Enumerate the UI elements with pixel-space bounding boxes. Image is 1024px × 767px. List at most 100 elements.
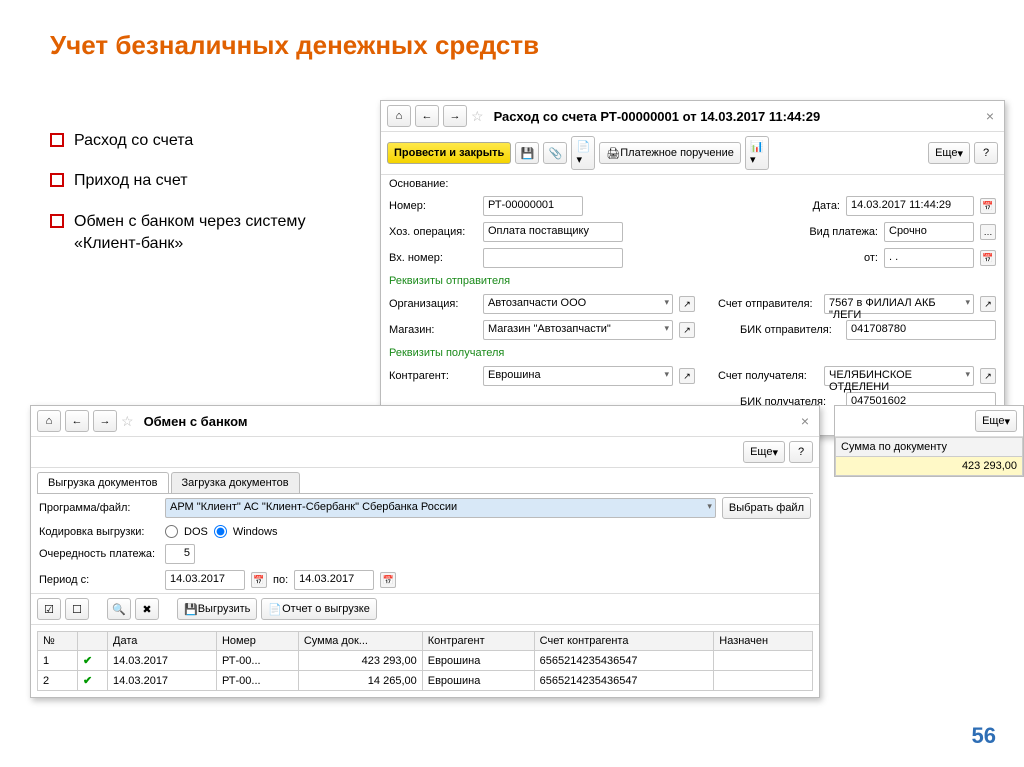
post-icon[interactable]: 📎 [543, 142, 567, 164]
report-label: Отчет о выгрузке [282, 603, 370, 615]
bullet-text: Обмен с банком через систему «Клиент-бан… [74, 211, 350, 256]
more-label: Еще [750, 446, 772, 458]
payment-order-button[interactable]: 🖨 Платежное поручение [599, 142, 741, 164]
recacct-field[interactable]: ЧЕЛЯБИНСКОЕ ОТДЕЛЕНИ [824, 366, 974, 386]
recipient-header: Реквизиты получателя [381, 343, 1004, 363]
more-label: Еще [935, 147, 957, 159]
radio-windows[interactable] [214, 525, 227, 538]
cell-n: 1 [38, 651, 78, 671]
number-field[interactable]: РТ-00000001 [483, 196, 583, 216]
bank-exchange-window: ⌂ ← → ☆ Обмен с банком × Еще ▾ ? Выгрузк… [30, 405, 820, 698]
sender-header: Реквизиты отправителя [381, 271, 1004, 291]
open-icon[interactable]: ↗ [980, 296, 996, 312]
home-button[interactable]: ⌂ [387, 105, 411, 127]
more-button[interactable]: Еще ▾ [975, 410, 1017, 432]
date-label: Дата: [813, 200, 840, 212]
cell-sum: 14 265,00 [298, 671, 422, 691]
contr-field[interactable]: Еврошина [483, 366, 673, 386]
basis-icon[interactable]: 📄▾ [571, 136, 595, 170]
more-button[interactable]: Еще ▾ [743, 441, 785, 463]
recacct-label: Счет получателя: [718, 370, 818, 382]
open-icon[interactable]: ↗ [980, 368, 996, 384]
date-field[interactable]: 14.03.2017 11:44:29 [846, 196, 974, 216]
report-button[interactable]: 📄 Отчет о выгрузке [261, 598, 376, 620]
tab-import[interactable]: Загрузка документов [171, 472, 300, 493]
star-icon[interactable]: ☆ [121, 413, 134, 430]
table-row[interactable]: 1 ✔ 14.03.2017 РТ-00... 423 293,00 Еврош… [38, 651, 813, 671]
sendacct-field[interactable]: 7567 в ФИЛИАЛ АКБ "ЛЕГИ [824, 294, 974, 314]
cell-sum: 423 293,00 [298, 651, 422, 671]
export-button[interactable]: 💾 Выгрузить [177, 598, 257, 620]
paytype-label: Вид платежа: [809, 226, 878, 238]
contr-label: Контрагент: [389, 370, 477, 382]
order-field[interactable]: 5 [165, 544, 195, 564]
calendar-icon[interactable]: 📅 [980, 250, 996, 266]
select-icon[interactable]: … [980, 224, 996, 240]
date-to-field[interactable]: 14.03.2017 [294, 570, 374, 590]
col-num[interactable]: Номер [216, 632, 298, 651]
operation-label: Хоз. операция: [389, 226, 477, 238]
back-button[interactable]: ← [415, 105, 439, 127]
clear-button[interactable]: ✖ [135, 598, 159, 620]
sendbik-field[interactable]: 041708780 [846, 320, 996, 340]
col-sum<który />[interactable]: Сумма док... [298, 632, 422, 651]
radio-dos[interactable] [165, 525, 178, 538]
search-button[interactable]: 🔍 [107, 598, 131, 620]
close-button[interactable]: × [982, 108, 998, 124]
org-field[interactable]: Автозапчасти ООО [483, 294, 673, 314]
encoding-label: Кодировка выгрузки: [39, 526, 159, 538]
org-label: Организация: [389, 298, 477, 310]
window-header: ⌂ ← → ☆ Обмен с банком × [31, 406, 819, 437]
calendar-icon[interactable]: 📅 [380, 572, 396, 588]
home-button[interactable]: ⌂ [37, 410, 61, 432]
col-acct[interactable]: Счет контрагента [534, 632, 714, 651]
calendar-icon[interactable]: 📅 [980, 198, 996, 214]
bullet-list: Расход со счета Приход на счет Обмен с б… [50, 130, 350, 274]
operation-field[interactable]: Оплата поставщику [483, 222, 623, 242]
cell-date: 14.03.2017 [108, 651, 217, 671]
forward-button[interactable]: → [443, 105, 467, 127]
col-purpose[interactable]: Назначен [714, 632, 813, 651]
open-icon[interactable]: ↗ [679, 296, 695, 312]
cell-n: 2 [38, 671, 78, 691]
forward-button[interactable]: → [93, 410, 117, 432]
window-header: ⌂ ← → ☆ Расход со счета РТ-00000001 от 1… [381, 101, 1004, 132]
col-n[interactable]: № [38, 632, 78, 651]
submit-close-button[interactable]: Провести и закрыть [387, 142, 511, 164]
save-icon[interactable]: 💾 [515, 142, 539, 164]
choose-file-button[interactable]: Выбрать файл [722, 497, 811, 519]
encoding-group: DOS Windows [165, 525, 277, 538]
from-field[interactable]: . . [884, 248, 974, 268]
col-contr[interactable]: Контрагент [422, 632, 534, 651]
cell-check[interactable]: ✔ [78, 651, 108, 671]
bullet-item: Расход со счета [50, 130, 350, 152]
date-from-field[interactable]: 14.03.2017 [165, 570, 245, 590]
incno-field[interactable] [483, 248, 623, 268]
col-date[interactable]: Дата [108, 632, 217, 651]
open-icon[interactable]: ↗ [679, 368, 695, 384]
tab-export[interactable]: Выгрузка документов [37, 472, 169, 493]
bullet-icon [50, 214, 64, 228]
uncheck-all-button[interactable]: ☐ [65, 598, 89, 620]
close-button[interactable]: × [797, 413, 813, 429]
cell-check[interactable]: ✔ [78, 671, 108, 691]
cell-date: 14.03.2017 [108, 671, 217, 691]
window-title: Расход со счета РТ-00000001 от 14.03.201… [494, 109, 821, 124]
more-button[interactable]: Еще ▾ [928, 142, 970, 164]
tabs: Выгрузка документов Загрузка документов [37, 472, 813, 494]
check-all-button[interactable]: ☑ [37, 598, 61, 620]
table-row[interactable]: 2 ✔ 14.03.2017 РТ-00... 14 265,00 Евроши… [38, 671, 813, 691]
help-button[interactable]: ? [789, 441, 813, 463]
star-icon[interactable]: ☆ [471, 108, 484, 125]
col-check[interactable] [78, 632, 108, 651]
open-icon[interactable]: ↗ [679, 322, 695, 338]
window-title: Обмен с банком [144, 414, 248, 429]
calendar-icon[interactable]: 📅 [251, 572, 267, 588]
paytype-field[interactable]: Срочно [884, 222, 974, 242]
store-field[interactable]: Магазин "Автозапчасти" [483, 320, 673, 340]
program-field[interactable]: АРМ "Клиент" АС "Клиент-Сбербанк" Сберба… [165, 498, 716, 518]
report-icon[interactable]: 📊▾ [745, 136, 769, 170]
back-button[interactable]: ← [65, 410, 89, 432]
help-button[interactable]: ? [974, 142, 998, 164]
expense-window: ⌂ ← → ☆ Расход со счета РТ-00000001 от 1… [380, 100, 1005, 436]
